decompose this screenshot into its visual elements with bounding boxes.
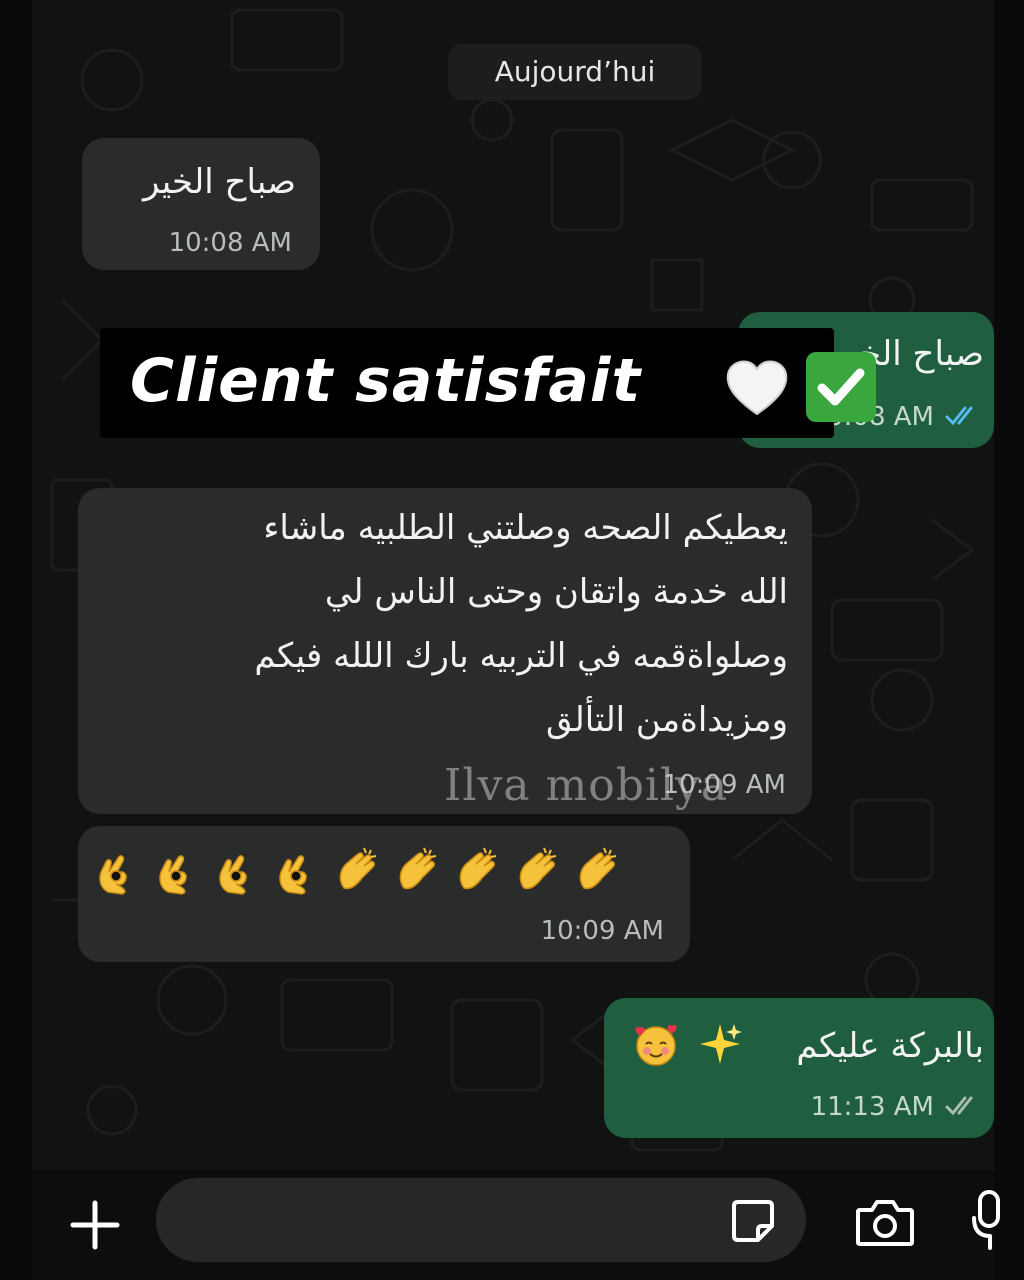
message-text: بالبركة عليكم — [796, 1026, 984, 1066]
message-line: وصلواةقمه في التربيه بارك اللله فيكم — [254, 636, 788, 676]
camera-icon[interactable] — [854, 1196, 916, 1248]
watermark: Ilva mobilya — [444, 760, 729, 811]
message-bubble-incoming[interactable]: صباح الخير 10:08 AM — [82, 138, 320, 270]
date-separator: Aujourd’hui — [448, 44, 702, 100]
ok-hand-icon — [154, 848, 202, 896]
message-time: 10:09 AM — [540, 916, 664, 946]
message-input[interactable] — [156, 1178, 806, 1262]
microphone-icon[interactable] — [970, 1188, 1000, 1252]
clapping-hands-icon — [454, 844, 502, 892]
clapping-hands-icon — [394, 844, 442, 892]
composer-bar — [32, 1170, 1000, 1280]
message-bubble-incoming[interactable]: 10:09 AM — [78, 826, 690, 962]
sparkles-icon — [696, 1020, 744, 1068]
smiling-face-with-hearts-icon — [632, 1020, 680, 1068]
ok-hand-icon — [274, 848, 322, 896]
message-time: 10:08 AM — [168, 228, 292, 258]
white-heart-icon — [724, 358, 790, 418]
read-receipt-icon — [944, 1094, 984, 1118]
chat-area[interactable]: Aujourd’hui صباح الخير 10:08 AM صباح الخ… — [32, 0, 994, 1280]
clapping-hands-icon — [334, 844, 382, 892]
clapping-hands-icon — [514, 844, 562, 892]
plus-icon[interactable] — [68, 1198, 122, 1252]
promo-banner: Client satisfait — [100, 328, 876, 438]
banner-text: Client satisfait — [130, 346, 642, 416]
check-mark-button-icon — [806, 352, 876, 422]
ok-hand-icon — [214, 848, 262, 896]
message-text: صباح الخير — [142, 162, 296, 202]
read-receipt-icon — [944, 404, 984, 428]
message-line: الله خدمة واتقان وحتى الناس لي — [324, 572, 788, 612]
message-bubble-outgoing[interactable]: بالبركة عليكم 11:13 AM — [604, 998, 994, 1138]
clapping-hands-icon — [574, 844, 622, 892]
message-line: ومزيداةمن التألق — [545, 700, 788, 740]
ok-hand-icon — [94, 848, 142, 896]
message-line: يعطيكم الصحه وصلتني الطلبيه ماشاء — [263, 508, 788, 548]
message-time: 11:13 AM — [810, 1092, 934, 1122]
sticker-icon[interactable] — [728, 1196, 778, 1246]
